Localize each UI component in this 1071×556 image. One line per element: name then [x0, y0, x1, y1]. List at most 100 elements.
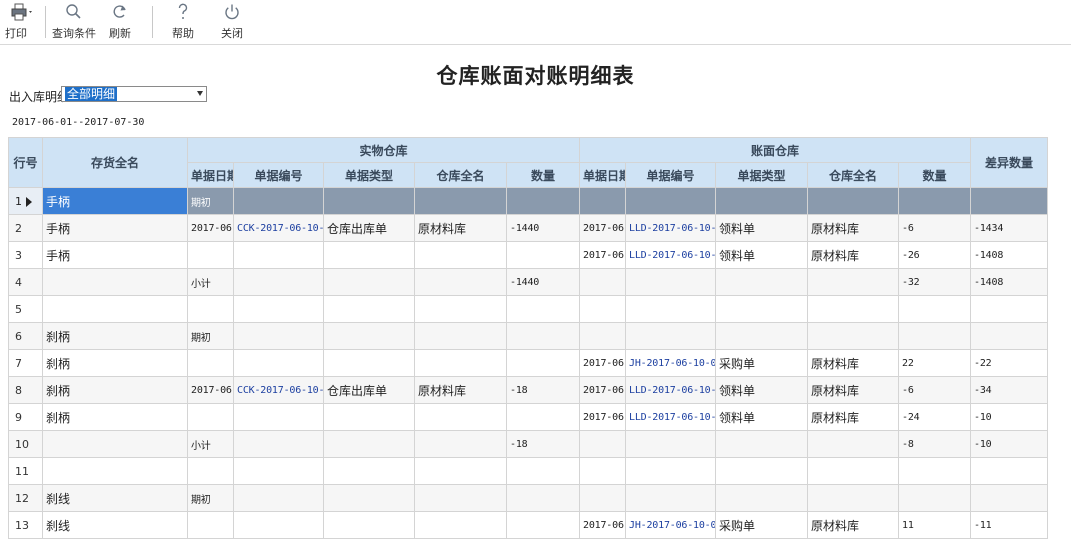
book-doc-type-cell[interactable]: 领料单 — [715, 376, 809, 404]
book-warehouse-cell[interactable]: 原材料库 — [807, 241, 900, 269]
book-qty-cell[interactable] — [898, 484, 972, 512]
physical-doc-no-cell[interactable] — [233, 187, 324, 215]
row-number-cell[interactable]: 10 — [8, 430, 43, 458]
col-header-doc-date[interactable]: 单据日期 — [187, 162, 234, 188]
item-name-cell[interactable]: 刹柄 — [42, 322, 188, 350]
physical-doc-no-cell[interactable]: CCK-2017-06-10-0( — [233, 376, 324, 404]
physical-doc-type-cell[interactable] — [323, 403, 415, 431]
physical-doc-no-cell[interactable] — [233, 268, 324, 296]
item-name-cell[interactable]: 刹柄 — [42, 403, 188, 431]
book-warehouse-cell[interactable]: 原材料库 — [807, 376, 900, 404]
col-header-qty[interactable]: 数量 — [505, 162, 581, 188]
physical-warehouse-cell[interactable] — [414, 430, 507, 458]
book-warehouse-cell[interactable] — [807, 484, 900, 512]
book-doc-type-cell[interactable] — [715, 295, 809, 323]
physical-qty-cell[interactable] — [505, 457, 581, 485]
physical-warehouse-cell[interactable] — [414, 403, 507, 431]
row-number-cell[interactable]: 5 — [8, 295, 43, 323]
physical-doc-no-cell[interactable] — [233, 403, 324, 431]
col-header-row-no[interactable]: 行号 — [8, 137, 43, 188]
table-row[interactable]: 10 小计 -18 -8 -10 — [8, 430, 1049, 458]
physical-doc-date-cell[interactable] — [187, 511, 234, 539]
physical-warehouse-cell[interactable] — [414, 241, 507, 269]
row-number-cell[interactable]: 6 — [8, 322, 43, 350]
physical-warehouse-cell[interactable] — [414, 484, 507, 512]
book-warehouse-cell[interactable] — [807, 268, 900, 296]
book-qty-cell[interactable] — [898, 295, 972, 323]
col-header-doc-type[interactable]: 单据类型 — [715, 162, 809, 188]
physical-doc-no-cell[interactable] — [233, 322, 324, 350]
physical-qty-cell[interactable]: -1440 — [505, 268, 581, 296]
table-row[interactable]: 7 刹柄 2017-06-JH-2017-06-10-00(采购单原材料库22-22 — [8, 349, 1049, 377]
table-row[interactable]: 12 刹线 期初 — [8, 484, 1049, 512]
table-row[interactable]: 1 手柄 期初 — [8, 187, 1049, 215]
physical-qty-cell[interactable] — [505, 241, 581, 269]
book-qty-cell[interactable]: -8 — [898, 430, 972, 458]
physical-doc-no-cell[interactable] — [233, 430, 324, 458]
diff-qty-cell[interactable]: -34 — [970, 376, 1049, 404]
book-doc-date-cell[interactable] — [579, 430, 627, 458]
book-doc-date-cell[interactable] — [579, 322, 627, 350]
physical-doc-no-cell[interactable]: CCK-2017-06-10-0( — [233, 214, 324, 242]
physical-doc-type-cell[interactable] — [323, 322, 415, 350]
book-qty-cell[interactable]: 22 — [898, 349, 972, 377]
print-button[interactable]: 打印 — [2, 0, 42, 44]
book-warehouse-cell[interactable] — [807, 457, 900, 485]
item-name-cell[interactable] — [42, 457, 188, 485]
col-header-doc-no[interactable]: 单据编号 — [233, 162, 324, 188]
physical-doc-date-cell[interactable]: 期初 — [187, 187, 234, 215]
row-number-cell[interactable]: 12 — [8, 484, 43, 512]
book-doc-no-cell[interactable]: LLD-2017-06-10-0( — [625, 214, 717, 242]
diff-qty-cell[interactable] — [970, 295, 1049, 323]
row-number-cell[interactable]: 2 — [8, 214, 43, 242]
physical-doc-type-cell[interactable]: 仓库出库单 — [323, 214, 415, 242]
row-number-cell[interactable]: 7 — [8, 349, 43, 377]
book-doc-date-cell[interactable] — [579, 268, 627, 296]
physical-warehouse-cell[interactable] — [414, 349, 507, 377]
diff-qty-cell[interactable]: -1408 — [970, 268, 1049, 296]
col-header-item-name[interactable]: 存货全名 — [42, 137, 188, 188]
row-number-cell[interactable]: 1 — [8, 187, 43, 215]
diff-qty-cell[interactable] — [970, 187, 1049, 215]
physical-doc-date-cell[interactable] — [187, 403, 234, 431]
physical-doc-type-cell[interactable] — [323, 484, 415, 512]
physical-doc-type-cell[interactable] — [323, 511, 415, 539]
book-doc-date-cell[interactable] — [579, 295, 627, 323]
item-name-cell[interactable]: 刹柄 — [42, 349, 188, 377]
book-warehouse-cell[interactable]: 原材料库 — [807, 349, 900, 377]
book-doc-date-cell[interactable] — [579, 187, 627, 215]
book-doc-type-cell[interactable] — [715, 430, 809, 458]
row-number-cell[interactable]: 3 — [8, 241, 43, 269]
help-button[interactable]: 帮助 — [165, 0, 201, 44]
book-doc-no-cell[interactable] — [625, 268, 717, 296]
book-doc-no-cell[interactable] — [625, 322, 717, 350]
physical-doc-date-cell[interactable] — [187, 457, 234, 485]
book-warehouse-cell[interactable] — [807, 187, 900, 215]
book-qty-cell[interactable] — [898, 322, 972, 350]
col-header-qty[interactable]: 数量 — [898, 162, 972, 188]
book-doc-no-cell[interactable]: LLD-2017-06-10-0( — [625, 376, 717, 404]
physical-warehouse-cell[interactable] — [414, 187, 507, 215]
physical-doc-no-cell[interactable] — [233, 241, 324, 269]
physical-doc-no-cell[interactable] — [233, 349, 324, 377]
book-warehouse-cell[interactable] — [807, 322, 900, 350]
table-row[interactable]: 6 刹柄 期初 — [8, 322, 1049, 350]
physical-warehouse-cell[interactable] — [414, 268, 507, 296]
physical-doc-type-cell[interactable] — [323, 349, 415, 377]
book-doc-type-cell[interactable]: 领料单 — [715, 214, 809, 242]
book-doc-no-cell[interactable] — [625, 295, 717, 323]
book-warehouse-cell[interactable]: 原材料库 — [807, 403, 900, 431]
physical-doc-type-cell[interactable] — [323, 457, 415, 485]
physical-qty-cell[interactable] — [505, 511, 581, 539]
book-qty-cell[interactable]: -24 — [898, 403, 972, 431]
book-qty-cell[interactable]: -6 — [898, 214, 972, 242]
physical-qty-cell[interactable]: -1440 — [505, 214, 581, 242]
col-header-doc-type[interactable]: 单据类型 — [323, 162, 415, 188]
physical-qty-cell[interactable] — [505, 187, 581, 215]
physical-doc-type-cell[interactable] — [323, 295, 415, 323]
book-warehouse-cell[interactable] — [807, 295, 900, 323]
physical-doc-date-cell[interactable]: 2017-06- — [187, 214, 234, 242]
diff-qty-cell[interactable] — [970, 322, 1049, 350]
book-doc-type-cell[interactable] — [715, 268, 809, 296]
table-row[interactable]: 11 — [8, 457, 1049, 485]
